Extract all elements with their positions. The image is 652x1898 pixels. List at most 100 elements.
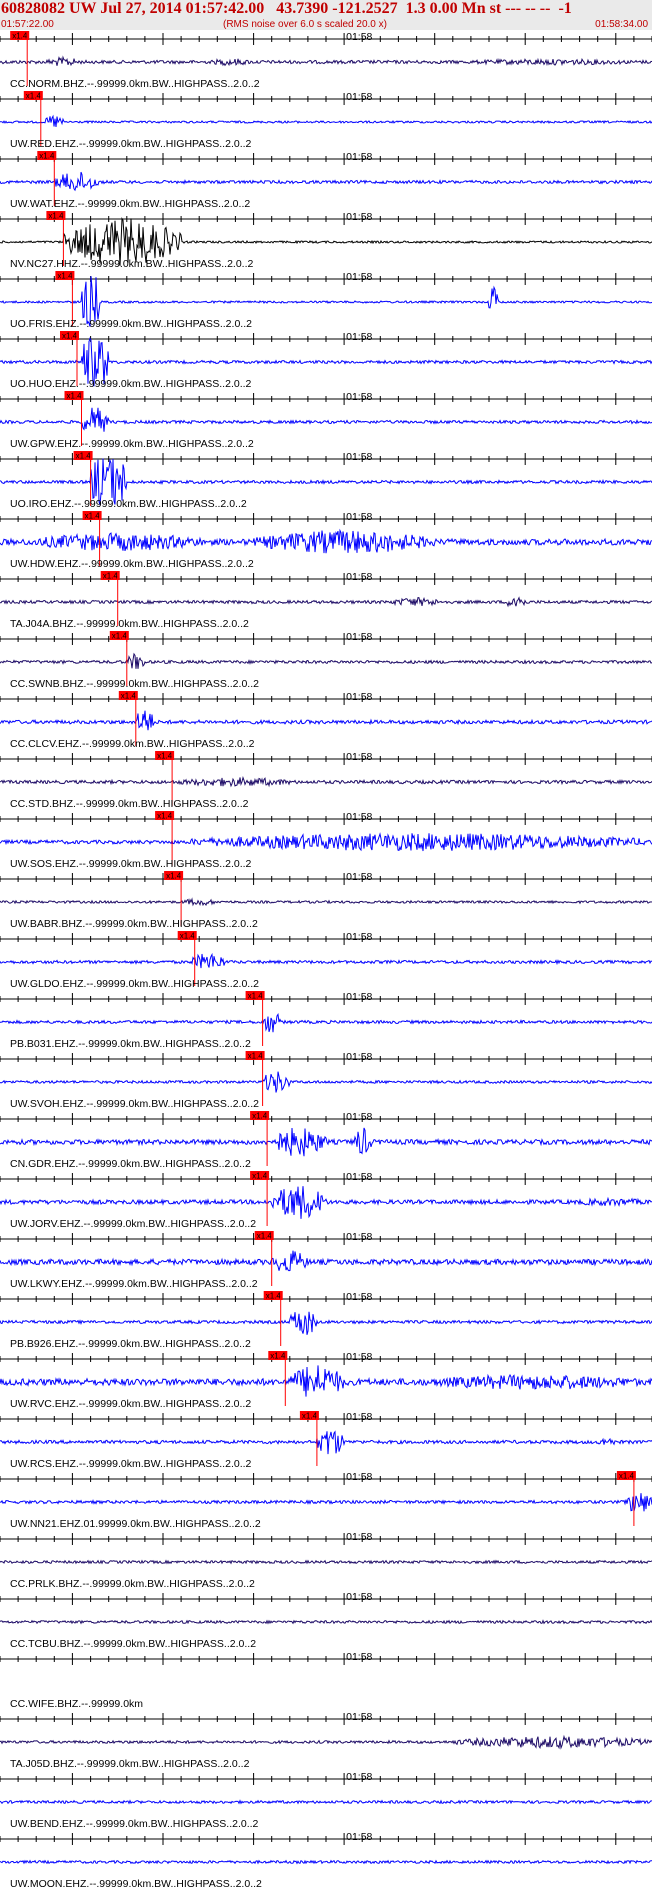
minute-label: 01:58	[346, 1291, 372, 1303]
waveform-trace	[0, 596, 652, 608]
minute-label: 01:58	[346, 1651, 372, 1663]
waveform-trace	[0, 1619, 652, 1625]
minute-label: 01:58	[346, 931, 372, 943]
station-label: UW.WAT.EHZ.--.99999.0km.BW..HIGHPASS..2.…	[10, 198, 250, 210]
waveform-trace	[0, 1250, 652, 1272]
pick-label: x1.4	[57, 272, 73, 281]
minute-label: 01:58	[346, 751, 372, 763]
pick-label: x1.4	[12, 32, 28, 41]
pick-label: x1.4	[252, 1112, 268, 1121]
pick-label: x1.4	[103, 572, 119, 581]
waveform-trace	[0, 55, 652, 67]
station-label: CC.NORM.BHZ.--.99999.0km.BW..HIGHPASS..2…	[10, 78, 260, 90]
waveform-trace	[0, 1559, 652, 1565]
waveform-trace	[0, 1311, 652, 1335]
minute-label: 01:58	[346, 391, 372, 403]
rms-note: (RMS noise over 6.0 s scaled 20.0 x)	[223, 19, 387, 30]
end-time: 01:58:34.00	[595, 19, 648, 30]
minute-label: 01:58	[346, 511, 372, 523]
minute-label: 01:58	[346, 211, 372, 223]
pick-label: x1.4	[48, 212, 64, 221]
pick-label: x1.4	[112, 632, 128, 641]
waveform-trace	[0, 528, 652, 554]
minute-label: 01:58	[346, 331, 372, 343]
waveform-trace	[0, 897, 652, 907]
minute-label: 01:58	[346, 631, 372, 643]
pick-label: x1.4	[62, 332, 78, 341]
minute-label: 01:58	[346, 91, 372, 103]
station-label: UO.HUO.EHZ.--.99999.0km.BW..HIGHPASS..2.…	[10, 378, 252, 390]
station-label: UW.JORV.EHZ.--.99999.0km.BW..HIGHPASS..2…	[10, 1218, 256, 1230]
waveform-trace	[0, 952, 652, 969]
minute-label: 01:58	[346, 811, 372, 823]
pick-label: x1.4	[157, 812, 173, 821]
station-label: PB.B926.EHZ.--.99999.0km.BW..HIGHPASS..2…	[10, 1338, 251, 1350]
station-label: CC.STD.BHZ.--.99999.0km.BW..HIGHPASS..2.…	[10, 798, 249, 810]
station-label: UW.LKWY.EHZ.--.99999.0km.BW..HIGHPASS..2…	[10, 1278, 258, 1290]
pick-label: x1.4	[302, 1412, 318, 1421]
pick-label: x1.4	[166, 872, 182, 881]
station-label: UW.MOON.EHZ.--.99999.0km.BW..HIGHPASS..2…	[10, 1878, 262, 1890]
header-bar: 60828082 UW Jul 27, 2014 01:57:42.00 43.…	[0, 0, 652, 30]
station-label: UW.RED.EHZ.--.99999.0km.BW..HIGHPASS..2.…	[10, 138, 252, 150]
station-label: CC.TCBU.BHZ.--.99999.0km.BW..HIGHPASS..2…	[10, 1638, 256, 1650]
waveform-trace	[0, 1071, 652, 1093]
station-label: CC.WIFE.BHZ.--.99999.0km	[10, 1698, 143, 1710]
pick-label: x1.4	[76, 452, 92, 461]
minute-label: 01:58	[346, 1111, 372, 1123]
waveform-trace	[0, 832, 652, 852]
minute-label: 01:58	[346, 1231, 372, 1243]
station-label: UO.IRO.EHZ.--.99999.0km.BW..HIGHPASS..2.…	[10, 498, 247, 510]
pick-label: x1.4	[121, 692, 137, 701]
waveform-trace	[0, 1734, 652, 1750]
pick-label: x1.4	[270, 1352, 286, 1361]
station-label: UW.GPW.EHZ.--.99999.0km.BW..HIGHPASS..2.…	[10, 438, 254, 450]
station-label: UW.SVOH.EHZ.--.99999.0km.BW..HIGHPASS..2…	[10, 1098, 259, 1110]
station-label: CN.GDR.EHZ.--.99999.0km.BW..HIGHPASS..2.…	[10, 1158, 251, 1170]
pick-label: x1.4	[252, 1172, 268, 1181]
waveform-trace	[0, 776, 652, 788]
pick-label: x1.4	[67, 392, 83, 401]
minute-label: 01:58	[346, 271, 372, 283]
waveform-trace	[0, 1013, 652, 1033]
minute-label: 01:58	[346, 1411, 372, 1423]
pick-label: x1.4	[85, 512, 101, 521]
pick-label: x1.4	[248, 992, 264, 1001]
minute-label: 01:58	[346, 1351, 372, 1363]
station-label: CC.SWNB.BHZ.--.99999.0km.BW..HIGHPASS..2…	[10, 678, 259, 690]
minute-label: 01:58	[346, 1711, 372, 1723]
station-label: UW.BABR.BHZ.--.99999.0km.BW..HIGHPASS..2…	[10, 918, 258, 930]
station-label: UW.SOS.EHZ.--.99999.0km.BW..HIGHPASS..2.…	[10, 858, 252, 870]
waveform-trace	[0, 114, 652, 128]
minute-label: 01:58	[346, 1591, 372, 1603]
pick-label: x1.4	[248, 1052, 264, 1061]
minute-label: 01:58	[346, 1771, 372, 1783]
station-label: UW.HDW.EHZ.--.99999.0km.BW..HIGHPASS..2.…	[10, 558, 254, 570]
pick-label: x1.4	[157, 752, 173, 761]
minute-label: 01:58	[346, 1171, 372, 1183]
station-label: PB.B031.EHZ.--.99999.0km.BW..HIGHPASS..2…	[10, 1038, 251, 1050]
minute-label: 01:58	[346, 991, 372, 1003]
pick-label: x1.4	[619, 1472, 635, 1481]
minute-label: 01:58	[346, 1471, 372, 1483]
waveform-trace	[0, 710, 652, 731]
minute-label: 01:58	[346, 871, 372, 883]
waveform-trace	[0, 407, 652, 432]
waveform-trace	[0, 652, 652, 669]
waveform-trace	[0, 1186, 652, 1219]
pick-label: x1.4	[26, 92, 42, 101]
minute-label: 01:58	[346, 571, 372, 583]
station-label: UW.RCS.EHZ.--.99999.0km.BW..HIGHPASS..2.…	[10, 1458, 252, 1470]
station-label: TA.J04A.BHZ.--.99999.0km.BW..HIGHPASS..2…	[10, 618, 249, 630]
station-label: CC.PRLK.BHZ.--.99999.0km.BW..HIGHPASS..2…	[10, 1578, 255, 1590]
seismogram-plot: 01:58 x1.4 CC.NORM.BHZ.--.99999.0km.BW..HI…	[0, 31, 652, 1890]
waveform-trace	[0, 1493, 652, 1512]
station-label: CC.CLCV.EHZ.--.99999.0km.BW..HIGHPASS..2…	[10, 738, 255, 750]
minute-label: 01:58	[346, 1831, 372, 1843]
waveform-trace	[0, 1127, 652, 1157]
station-label: UO.FRIS.EHZ.--.99999.0km.BW..HIGHPASS..2…	[10, 318, 252, 330]
start-time: 01:57:22.00	[1, 19, 54, 30]
waveform-trace	[0, 171, 652, 192]
minute-label: 01:58	[346, 451, 372, 463]
station-label: UW.BEND.EHZ.--.99999.0km.BW..HIGHPASS..2…	[10, 1818, 259, 1830]
